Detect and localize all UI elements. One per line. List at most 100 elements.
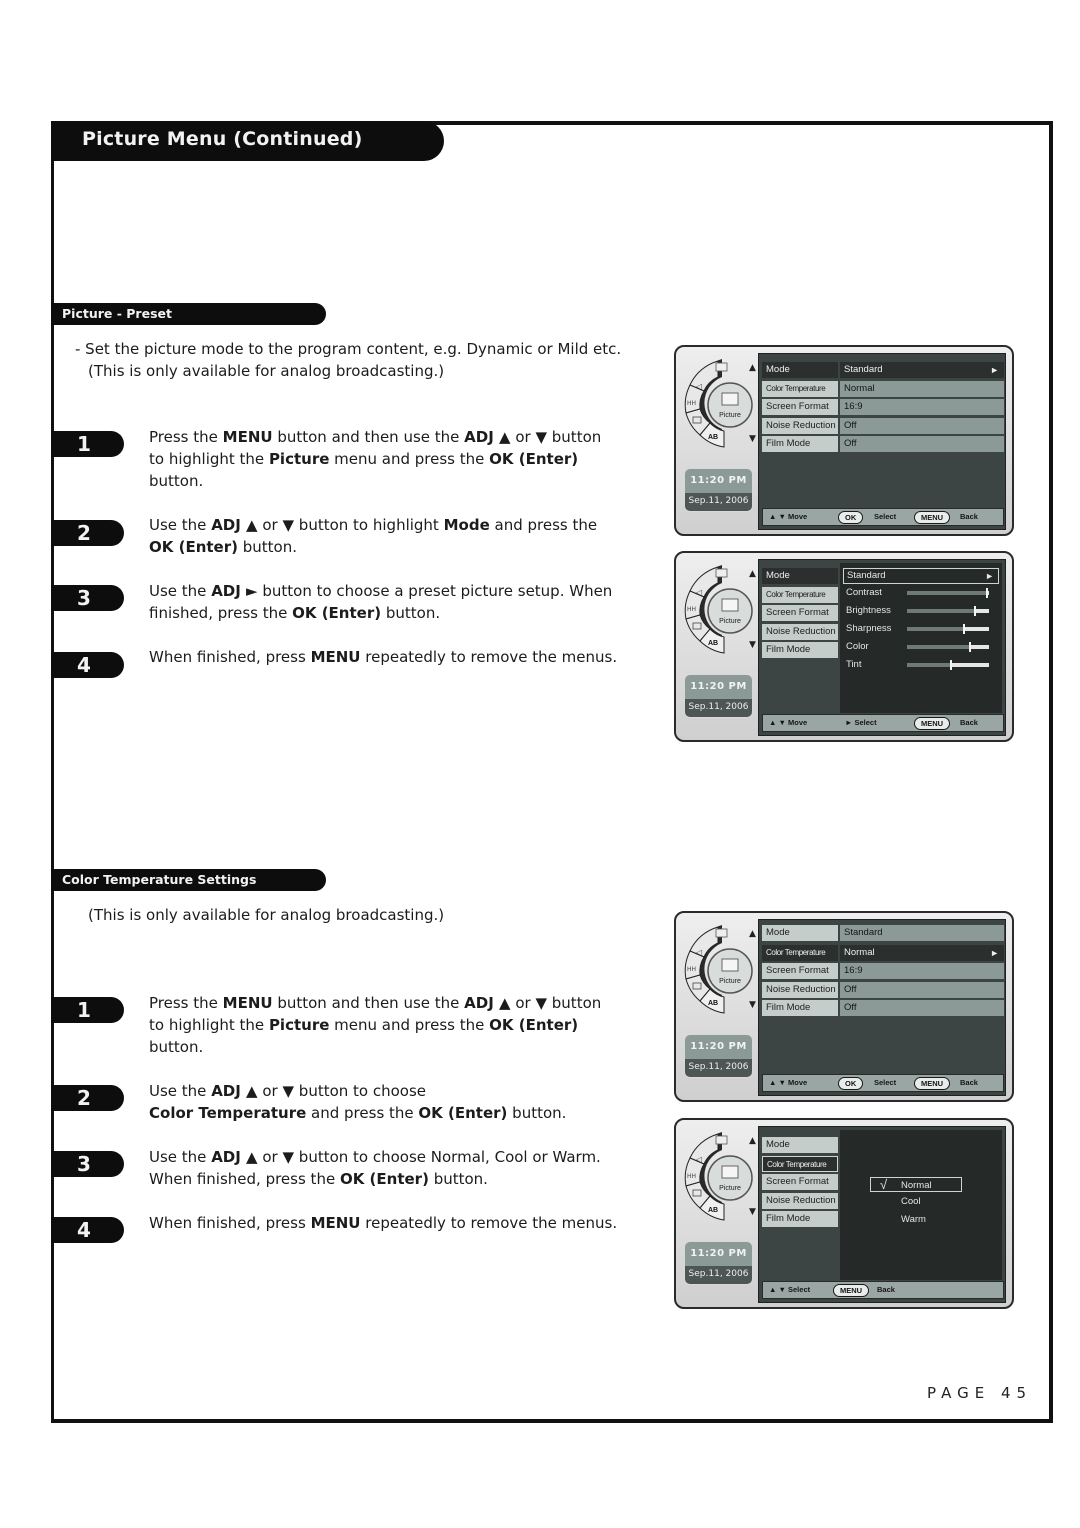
step-text: Use the ADJ ▲ or ▼ button to choose Color… — [149, 1082, 567, 1122]
osd-menu-item[interactable]: Screen Format 16:9 — [762, 399, 1004, 415]
preset-selected[interactable]: Standard ► — [843, 568, 999, 584]
svg-text:Picture: Picture — [719, 978, 741, 985]
osd-footer: ▲ ▼ Move ► Select MENU Back — [762, 714, 1004, 732]
color-temp-submenu: √ Normal Cool Warm — [840, 1130, 1002, 1280]
slider-track[interactable] — [907, 660, 989, 670]
osd-menu-item[interactable]: Color Temperature — [762, 586, 838, 603]
svg-text:◁: ◁ — [695, 1155, 702, 1164]
slider-track[interactable] — [907, 642, 989, 652]
osd-screen: Mode Standard Color Temperature Normal ►… — [758, 919, 1006, 1096]
osd-menu-item[interactable]: Film Mode Off — [762, 436, 1004, 452]
menu-item-label: Film Mode — [762, 1000, 838, 1016]
slider-knob[interactable] — [950, 660, 953, 670]
footer-back: Back — [960, 1078, 978, 1087]
osd-footer: ▲ ▼ Move OK Select MENU Back — [762, 1074, 1004, 1092]
osd-menu-item[interactable]: Noise Reduction Off — [762, 417, 1004, 434]
menu-button[interactable]: MENU — [914, 717, 951, 730]
osd-menu-item[interactable]: Mode Standard — [762, 925, 1004, 941]
step-text: When finished, press MENU repeatedly to … — [149, 648, 618, 666]
tv-osd-picture-menu: Picture ◁ HH AB ▲ ▼ 11:20 PM Sep.11, 200… — [674, 345, 1014, 536]
menu-item-label: Color Temperature — [762, 380, 838, 397]
osd-menu-item[interactable]: Film Mode — [762, 642, 838, 658]
menu-item-value: Off — [840, 1000, 1004, 1016]
step-number: 2 — [77, 1086, 91, 1110]
menu-item-label: Noise Reduction — [762, 981, 838, 998]
osd-menu-item[interactable]: Mode Standard ► — [762, 362, 1004, 378]
intro-note: (This is only available for analog broad… — [88, 362, 445, 380]
slider-knob[interactable] — [974, 606, 977, 616]
slider-label: Color — [846, 641, 869, 652]
step-number: 4 — [77, 653, 91, 677]
osd-menu-item[interactable]: Color Temperature — [762, 1155, 838, 1172]
footer-move: ▲ ▼ Move — [769, 718, 808, 727]
footer-back: Back — [960, 718, 978, 727]
footer-back: Back — [960, 512, 978, 521]
osd-menu-item[interactable]: Color Temperature Normal — [762, 380, 1004, 397]
slider-knob[interactable] — [963, 624, 966, 634]
svg-text:▲: ▲ — [749, 363, 756, 373]
section-heading-text: Picture - Preset — [62, 306, 172, 321]
slider-knob[interactable] — [969, 642, 972, 652]
slider-fill — [907, 627, 965, 631]
svg-text:HH: HH — [687, 400, 696, 407]
osd-menu-item[interactable]: Film Mode Off — [762, 1000, 1004, 1016]
ok-button[interactable]: OK — [838, 1077, 864, 1090]
osd-menu-item[interactable]: Film Mode — [762, 1211, 838, 1227]
svg-text:Picture: Picture — [719, 1185, 741, 1192]
clock-date: Sep.11, 2006 — [685, 699, 752, 717]
step-number: 3 — [77, 586, 91, 610]
step-text: Use the ADJ ▲ or ▼ button to choose Norm… — [149, 1148, 601, 1188]
svg-text:HH: HH — [687, 1173, 696, 1180]
step-number: 1 — [77, 432, 91, 456]
slider-track[interactable] — [907, 624, 989, 634]
option-cool[interactable]: Cool — [901, 1196, 921, 1207]
svg-text:◁: ◁ — [695, 948, 702, 957]
slider-label: Contrast — [846, 587, 882, 598]
menu-button[interactable]: MENU — [914, 1077, 951, 1090]
slider-row-brightness: Brightness — [843, 604, 999, 618]
step-badge: 1 — [51, 431, 124, 457]
menu-item-value: 16:9 — [840, 399, 1004, 415]
svg-text:HH: HH — [687, 966, 696, 973]
clock-date: Sep.11, 2006 — [685, 1266, 752, 1284]
svg-text:▼: ▼ — [749, 1000, 756, 1010]
slider-fill — [907, 645, 971, 649]
slider-fill — [907, 663, 952, 667]
section-heading-text: Color Temperature Settings — [62, 872, 257, 887]
section-heading-color-temperature: Color Temperature Settings — [51, 869, 326, 891]
tv-osd-color-temperature-menu: Picture ◁ HH AB ▲ ▼ 11:20 PM Sep.11, 200… — [674, 911, 1014, 1102]
osd-screen: Mode Color Temperature Screen Format Noise … — [758, 1126, 1006, 1303]
clock-display: 11:20 PM Sep.11, 2006 — [684, 1034, 753, 1078]
osd-menu-item[interactable]: Mode — [762, 568, 838, 584]
menu-button[interactable]: MENU — [833, 1284, 870, 1297]
ok-button[interactable]: OK — [838, 511, 864, 524]
slider-knob[interactable] — [986, 588, 989, 598]
osd-menu-item[interactable]: Screen Format — [762, 605, 838, 621]
slider-row-tint: Tint — [843, 658, 999, 672]
step-badge: 4 — [51, 1217, 124, 1243]
right-arrow-icon: ► — [990, 365, 999, 375]
osd-footer: ▲ ▼ Select MENU Back — [762, 1281, 1004, 1299]
menu-item-value: Off — [840, 417, 1004, 434]
menu-button[interactable]: MENU — [914, 511, 951, 524]
step-text: Press the MENU button and then use the A… — [149, 994, 602, 1056]
step-badge: 3 — [51, 1151, 124, 1177]
svg-text:AB: AB — [708, 1000, 718, 1007]
osd-menu-item[interactable]: Noise Reduction — [762, 623, 838, 640]
svg-text:Picture: Picture — [719, 412, 741, 419]
clock-display: 11:20 PM Sep.11, 2006 — [684, 674, 753, 718]
footer-select: ► Select — [845, 718, 877, 727]
option-warm[interactable]: Warm — [901, 1214, 926, 1225]
osd-menu-item[interactable]: Screen Format 16:9 — [762, 963, 1004, 979]
option-normal[interactable]: √ Normal — [870, 1177, 962, 1192]
osd-menu-item[interactable]: Color Temperature Normal ► — [762, 944, 1004, 961]
osd-menu-item[interactable]: Noise Reduction — [762, 1192, 838, 1209]
slider-track[interactable] — [907, 588, 989, 598]
step-number: 1 — [77, 998, 91, 1022]
svg-text:▲: ▲ — [749, 1136, 756, 1146]
menu-wheel: Picture ◁ HH AB ▲ ▼ — [684, 925, 756, 1014]
osd-menu-item[interactable]: Noise Reduction Off — [762, 981, 1004, 998]
osd-menu-item[interactable]: Mode — [762, 1137, 838, 1153]
osd-menu-item[interactable]: Screen Format — [762, 1174, 838, 1190]
slider-track[interactable] — [907, 606, 989, 616]
